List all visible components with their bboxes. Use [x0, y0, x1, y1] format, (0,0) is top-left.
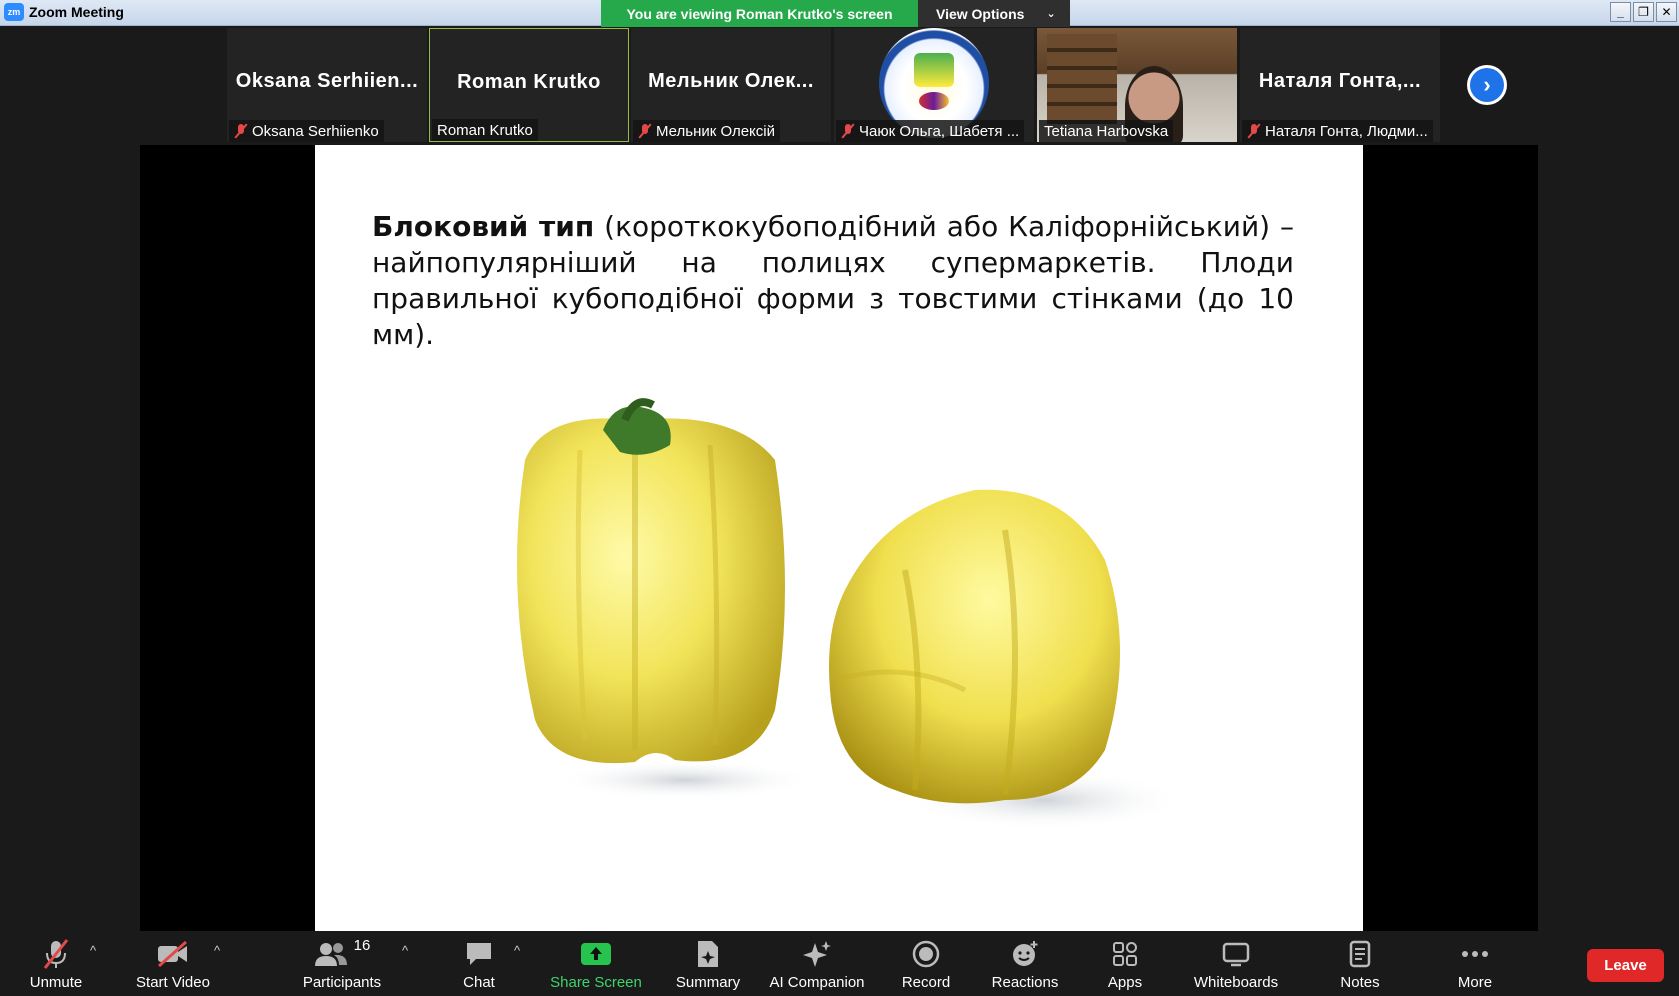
shared-screen: Блоковий тип (короткокубоподібний або Ка…	[140, 145, 1538, 931]
minimize-button[interactable]: _	[1610, 2, 1631, 22]
share-screen-icon	[580, 937, 612, 971]
record-icon	[911, 937, 941, 971]
participant-label: Мельник Олексій	[633, 120, 781, 142]
whiteboards-label: Whiteboards	[1193, 974, 1279, 991]
chevron-right-icon: ›	[1470, 68, 1504, 102]
record-button[interactable]: Record	[890, 931, 962, 996]
notes-button[interactable]: Notes	[1328, 931, 1392, 996]
participants-options-caret[interactable]: ^	[402, 943, 408, 958]
participant-tile[interactable]: Наталя Гонта,... Наталя Гонта, Людми...	[1240, 28, 1440, 142]
mic-muted-icon	[1247, 123, 1261, 139]
participant-strip: Oksana Serhiien... Oksana Serhiienko Rom…	[0, 27, 1679, 145]
participant-tile-active[interactable]: Roman Krutko Roman Krutko	[429, 28, 629, 142]
reactions-button[interactable]: Reactions	[984, 931, 1066, 996]
view-options-label: View Options	[936, 5, 1025, 22]
yellow-peppers-image	[517, 398, 1185, 830]
window-controls: _ ❐ ✕	[1610, 2, 1677, 22]
participants-button[interactable]: 16 Participants	[292, 931, 392, 996]
meeting-toolbar: Unmute ^ Start Video ^ 16 Participants ^…	[0, 931, 1679, 996]
summary-button[interactable]: Summary	[668, 931, 748, 996]
participant-tile[interactable]: Мельник Олек... Мельник Олексій	[631, 28, 831, 142]
participant-name: Чаюк Ольга, Шабетя ...	[859, 122, 1020, 140]
participant-label: Oksana Serhiienko	[229, 120, 384, 142]
participant-name: Наталя Гонта, Людми...	[1265, 122, 1428, 140]
sparkle-icon	[801, 937, 833, 971]
participants-icon-wrap: 16	[314, 937, 371, 971]
window-title: Zoom Meeting	[29, 4, 124, 20]
share-screen-button[interactable]: Share Screen	[546, 931, 646, 996]
presentation-slide: Блоковий тип (короткокубоподібний або Ка…	[315, 145, 1363, 931]
whiteboard-icon	[1221, 937, 1251, 971]
participant-big-name: Наталя Гонта,...	[1258, 70, 1422, 92]
participant-big-name: Roman Krutko	[457, 71, 601, 93]
apps-icon	[1111, 937, 1139, 971]
restore-button[interactable]: ❐	[1633, 2, 1654, 22]
chat-options-caret[interactable]: ^	[514, 943, 520, 958]
view-options-button[interactable]: View Options ⌄	[918, 0, 1070, 27]
zoom-logo-icon: zm	[4, 3, 24, 21]
ai-companion-label: AI Companion	[769, 974, 865, 991]
participant-label: Наталя Гонта, Людми...	[1242, 120, 1433, 142]
more-label: More	[1457, 974, 1493, 991]
mic-muted-icon	[638, 123, 652, 139]
participant-name: Tetiana Harbovska	[1044, 122, 1169, 140]
participants-count-badge: 16	[353, 937, 371, 954]
unmute-label: Unmute	[29, 974, 83, 991]
slide-text: Блоковий тип (короткокубоподібний або Ка…	[372, 209, 1294, 353]
close-button[interactable]: ✕	[1656, 2, 1677, 22]
participant-tile-video[interactable]: Tetiana Harbovska	[1037, 28, 1237, 142]
participants-label: Participants	[302, 974, 382, 991]
viewing-screen-banner: You are viewing Roman Krutko's screen	[601, 0, 918, 27]
chat-icon	[464, 937, 494, 971]
participant-name: Мельник Олексій	[656, 122, 776, 140]
participant-tile[interactable]: Чаюк Ольга, Шабетя ...	[834, 28, 1034, 142]
unmute-button[interactable]: Unmute	[18, 931, 94, 996]
participant-name: Roman Krutko	[437, 121, 533, 139]
summary-icon	[694, 937, 722, 971]
video-off-icon	[156, 937, 190, 971]
participant-big-name: Мельник Олек...	[648, 70, 814, 92]
chat-label: Chat	[463, 974, 495, 991]
participant-tile[interactable]: Oksana Serhiien... Oksana Serhiienko	[227, 28, 427, 142]
mic-muted-icon	[841, 123, 855, 139]
apps-label: Apps	[1107, 974, 1143, 991]
participant-name: Oksana Serhiienko	[252, 122, 379, 140]
chevron-down-icon: ⌄	[1046, 8, 1056, 20]
ai-companion-button[interactable]: AI Companion	[764, 931, 870, 996]
notes-label: Notes	[1340, 974, 1380, 991]
reactions-label: Reactions	[991, 974, 1059, 991]
participant-big-name: Oksana Serhiien...	[235, 70, 419, 92]
notes-icon	[1347, 937, 1373, 971]
slide-bold-lead: Блоковий тип	[372, 210, 595, 243]
participants-icon	[314, 943, 347, 966]
whiteboards-button[interactable]: Whiteboards	[1186, 931, 1286, 996]
smiley-plus-icon	[1010, 937, 1040, 971]
audio-options-caret[interactable]: ^	[90, 943, 96, 958]
summary-label: Summary	[675, 974, 741, 991]
apps-button[interactable]: Apps	[1094, 931, 1156, 996]
participant-label: Roman Krutko	[432, 119, 538, 141]
more-dots-icon	[1460, 937, 1490, 971]
participant-label: Чаюк Ольга, Шабетя ...	[836, 120, 1025, 142]
video-options-caret[interactable]: ^	[214, 943, 220, 958]
more-button[interactable]: More	[1444, 931, 1506, 996]
chat-button[interactable]: Chat	[448, 931, 510, 996]
mic-muted-icon	[234, 123, 248, 139]
start-video-label: Start Video	[136, 974, 210, 991]
next-page-button[interactable]: ›	[1467, 65, 1507, 105]
start-video-button[interactable]: Start Video	[128, 931, 218, 996]
share-screen-label: Share Screen	[550, 974, 642, 991]
record-label: Record	[901, 974, 951, 991]
leave-button[interactable]: Leave	[1587, 949, 1664, 982]
participant-label: Tetiana Harbovska	[1039, 120, 1174, 142]
app-title: zm Zoom Meeting	[4, 3, 124, 21]
mic-off-icon	[41, 937, 71, 971]
